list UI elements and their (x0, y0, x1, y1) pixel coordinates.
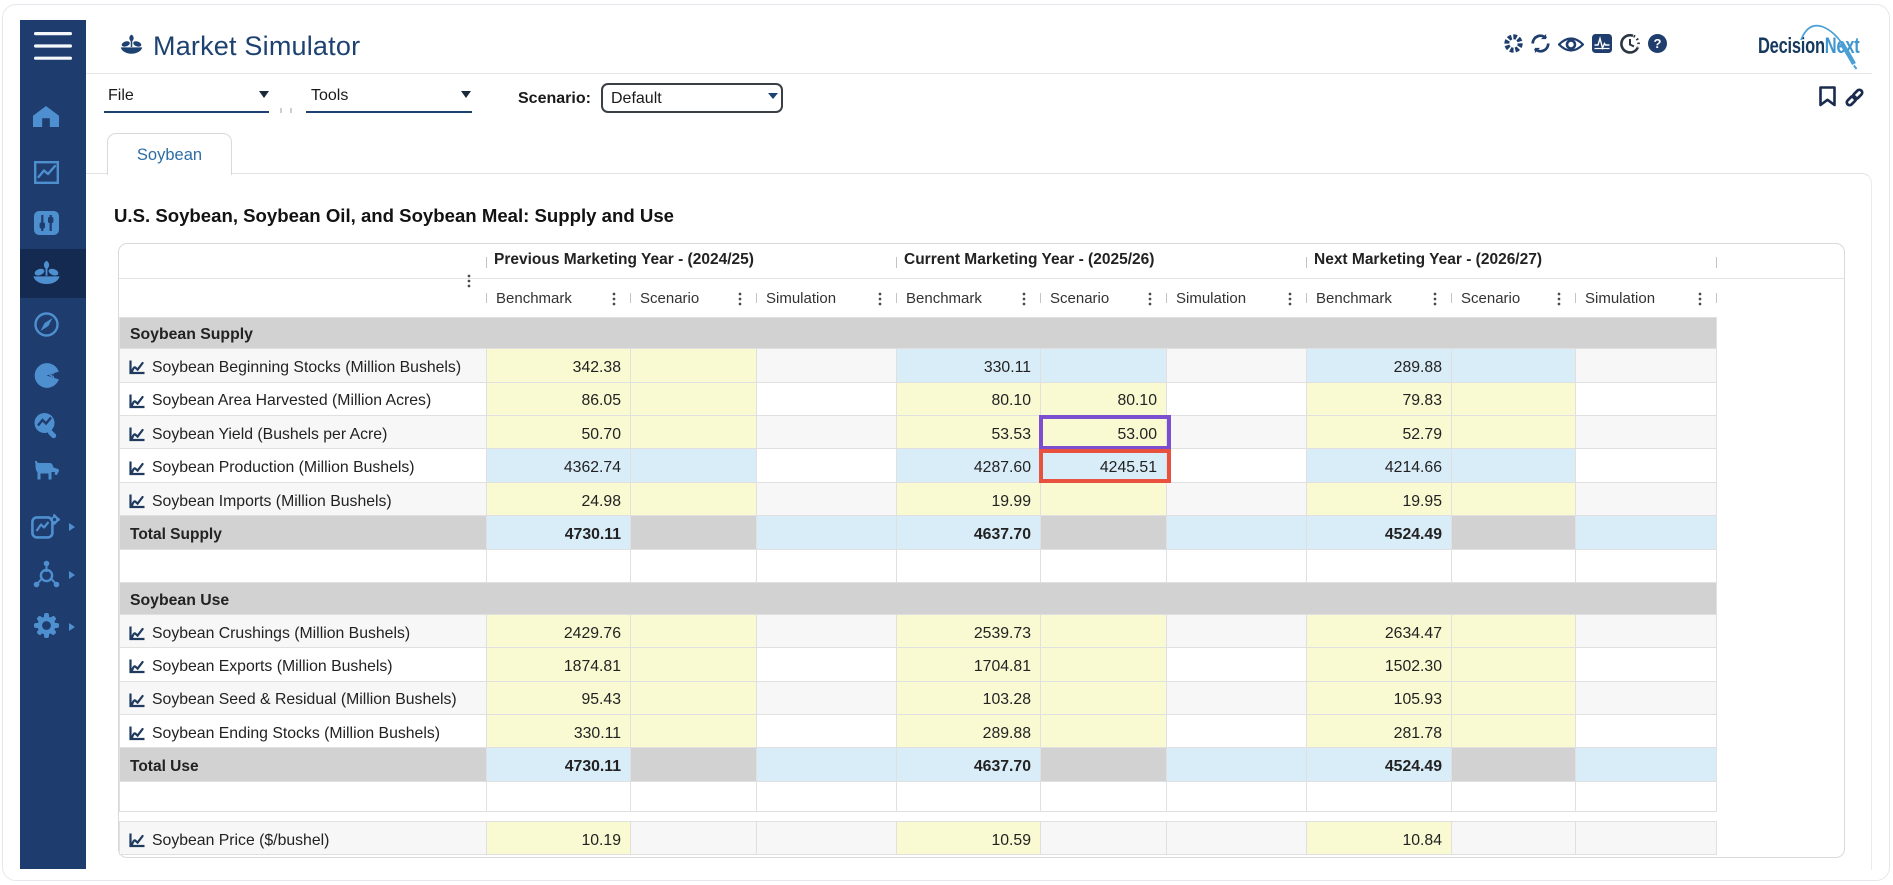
svg-text:?: ? (1654, 36, 1662, 51)
svg-text:$: $ (48, 371, 54, 382)
